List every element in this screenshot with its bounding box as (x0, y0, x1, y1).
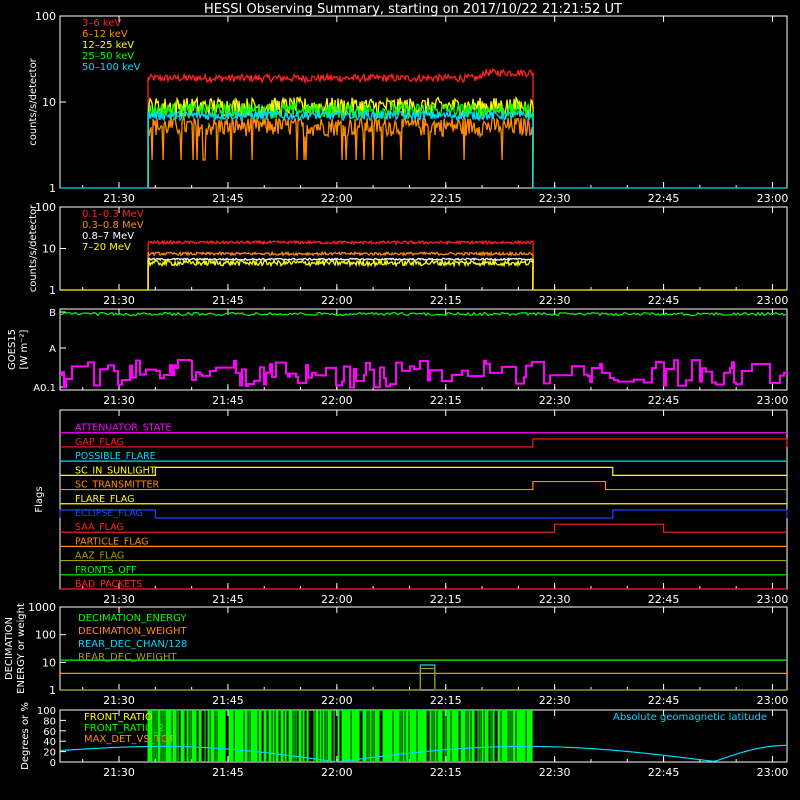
y-tick-label: 10 (42, 243, 56, 256)
legend-entry: MAX_DET_VS_TOT (84, 734, 176, 745)
legend-entry: REAR_DEC_WEIGHT (78, 652, 177, 663)
flag-label: ATTENUATOR_STATE (75, 423, 171, 434)
x-tick-label: 22:00 (321, 766, 353, 779)
y-tick-label: 40 (43, 737, 56, 748)
flag-label: FLARE_FLAG (75, 494, 135, 505)
x-tick-label: 21:30 (103, 394, 135, 407)
legend-entry: 0.1–0.3 MeV (82, 209, 144, 220)
y-tick-label: 0 (50, 758, 56, 769)
legend-entry: 7–20 MeV (82, 242, 131, 253)
x-tick-label: 22:15 (430, 294, 462, 307)
x-tick-label: 22:15 (430, 766, 462, 779)
x-tick-label: 22:00 (321, 394, 353, 407)
x-tick-label: 22:00 (321, 192, 353, 205)
y-tick-label: 20 (43, 748, 56, 759)
x-tick-label: 23:00 (757, 593, 789, 606)
x-tick-label: 22:00 (321, 593, 353, 606)
y-axis-label-2: ENERGY or weight (16, 603, 27, 694)
legend-entry: FRONT_RATIO (84, 712, 153, 723)
legend-entry: 0.8–7 MeV (82, 231, 134, 242)
x-tick-label: 22:30 (539, 593, 571, 606)
x-tick-label: 21:45 (212, 192, 244, 205)
x-tick-label: 21:45 (212, 294, 244, 307)
x-tick-label: 22:45 (648, 694, 680, 707)
x-tick-label: 21:30 (103, 694, 135, 707)
y-axis-unit-label: [W m⁻²] (19, 329, 30, 369)
y-tick-label: 100 (35, 629, 56, 642)
x-tick-label: 23:00 (757, 766, 789, 779)
x-tick-label: 22:15 (430, 192, 462, 205)
y-axis-label: GOES15 (7, 329, 18, 370)
x-tick-label: 21:30 (103, 294, 135, 307)
y-axis-label: Degrees or % (20, 702, 31, 770)
y-axis-label: DECIMATION (4, 617, 15, 680)
x-tick-label: 22:15 (430, 694, 462, 707)
x-tick-label: 21:45 (212, 394, 244, 407)
legend-entry: DECIMATION_WEIGHT (78, 626, 187, 637)
x-tick-label: 23:00 (757, 394, 789, 407)
x-tick-label: 22:45 (648, 294, 680, 307)
legend-entry: 3–6 keV (82, 18, 121, 29)
x-tick-label: 21:45 (212, 694, 244, 707)
x-tick-label: 22:45 (648, 766, 680, 779)
legend-entry: 50–100 keV (82, 62, 141, 73)
y-tick-label: 100 (37, 706, 56, 717)
y-tick-label: A (49, 344, 56, 355)
x-tick-label: 22:30 (539, 294, 571, 307)
y-tick-label: 1 (49, 182, 56, 195)
flag-label: SC_IN_SUNLIGHT (75, 465, 156, 476)
observing-summary-figure: HESSI Observing Summary, starting on 201… (0, 0, 800, 800)
x-tick-label: 22:45 (648, 394, 680, 407)
x-tick-label: 22:00 (321, 694, 353, 707)
x-tick-label: 23:00 (757, 294, 789, 307)
x-tick-label: 22:30 (539, 694, 571, 707)
legend-entry: DECIMATION_ENERGY (78, 613, 187, 624)
x-tick-label: 23:00 (757, 694, 789, 707)
y-axis-label: Flags (34, 486, 45, 512)
y-tick-label: A0.1 (33, 383, 56, 394)
legend-entry: 6–12 keV (82, 29, 128, 40)
y-tick-label: B (49, 308, 56, 319)
y-axis-label: counts/s/detector (28, 57, 39, 145)
x-tick-label: 23:00 (757, 192, 789, 205)
y-axis-label: counts/s/detector (28, 204, 39, 292)
flag-label: ECLIPSE_FLAG (75, 508, 143, 519)
x-tick-label: 22:15 (430, 394, 462, 407)
y-tick-label: 80 (43, 716, 56, 727)
x-tick-label: 22:30 (539, 192, 571, 205)
flag-label: POSSIBLE_FLARE (75, 451, 156, 462)
flag-label: SC_TRANSMITTER (75, 480, 160, 491)
legend-entry: 0.3–0.8 MeV (82, 220, 144, 231)
annotation-label: Absolute geomagnetic latitude (613, 712, 767, 723)
x-tick-label: 21:30 (103, 192, 135, 205)
flag-label: SAA_FLAG (75, 522, 124, 533)
figure-title: HESSI Observing Summary, starting on 201… (204, 2, 622, 17)
flag-label: BAD_PACKETS (75, 579, 142, 590)
x-tick-label: 21:45 (212, 593, 244, 606)
y-tick-label: 100 (35, 10, 56, 23)
legend-entry: 25–50 keV (82, 51, 134, 62)
y-tick-label: 1000 (28, 601, 56, 614)
x-tick-label: 22:30 (539, 766, 571, 779)
y-tick-label: 10 (42, 656, 56, 669)
x-tick-label: 21:30 (103, 593, 135, 606)
x-tick-label: 22:15 (430, 593, 462, 606)
flag-label: FRONTS_OFF (75, 565, 137, 576)
y-tick-label: 10 (42, 96, 56, 109)
x-tick-label: 22:45 (648, 192, 680, 205)
flag-label: GAP_FLAG (75, 437, 124, 448)
x-tick-label: 22:00 (321, 294, 353, 307)
y-tick-label: 1 (49, 684, 56, 697)
y-tick-label: 60 (43, 727, 56, 738)
flag-label: PARTICLE_FLAG (75, 536, 148, 547)
x-tick-label: 21:30 (103, 766, 135, 779)
legend-entry: 12–25 keV (82, 40, 134, 51)
legend-entry: FRONT_RATIO_2 (84, 723, 164, 734)
y-tick-label: 1 (49, 284, 56, 297)
legend-entry: REAR_DEC_CHAN/128 (78, 639, 187, 650)
x-tick-label: 21:45 (212, 766, 244, 779)
flag-label: AAZ_FLAG (75, 551, 124, 562)
x-tick-label: 22:30 (539, 394, 571, 407)
x-tick-label: 22:45 (648, 593, 680, 606)
